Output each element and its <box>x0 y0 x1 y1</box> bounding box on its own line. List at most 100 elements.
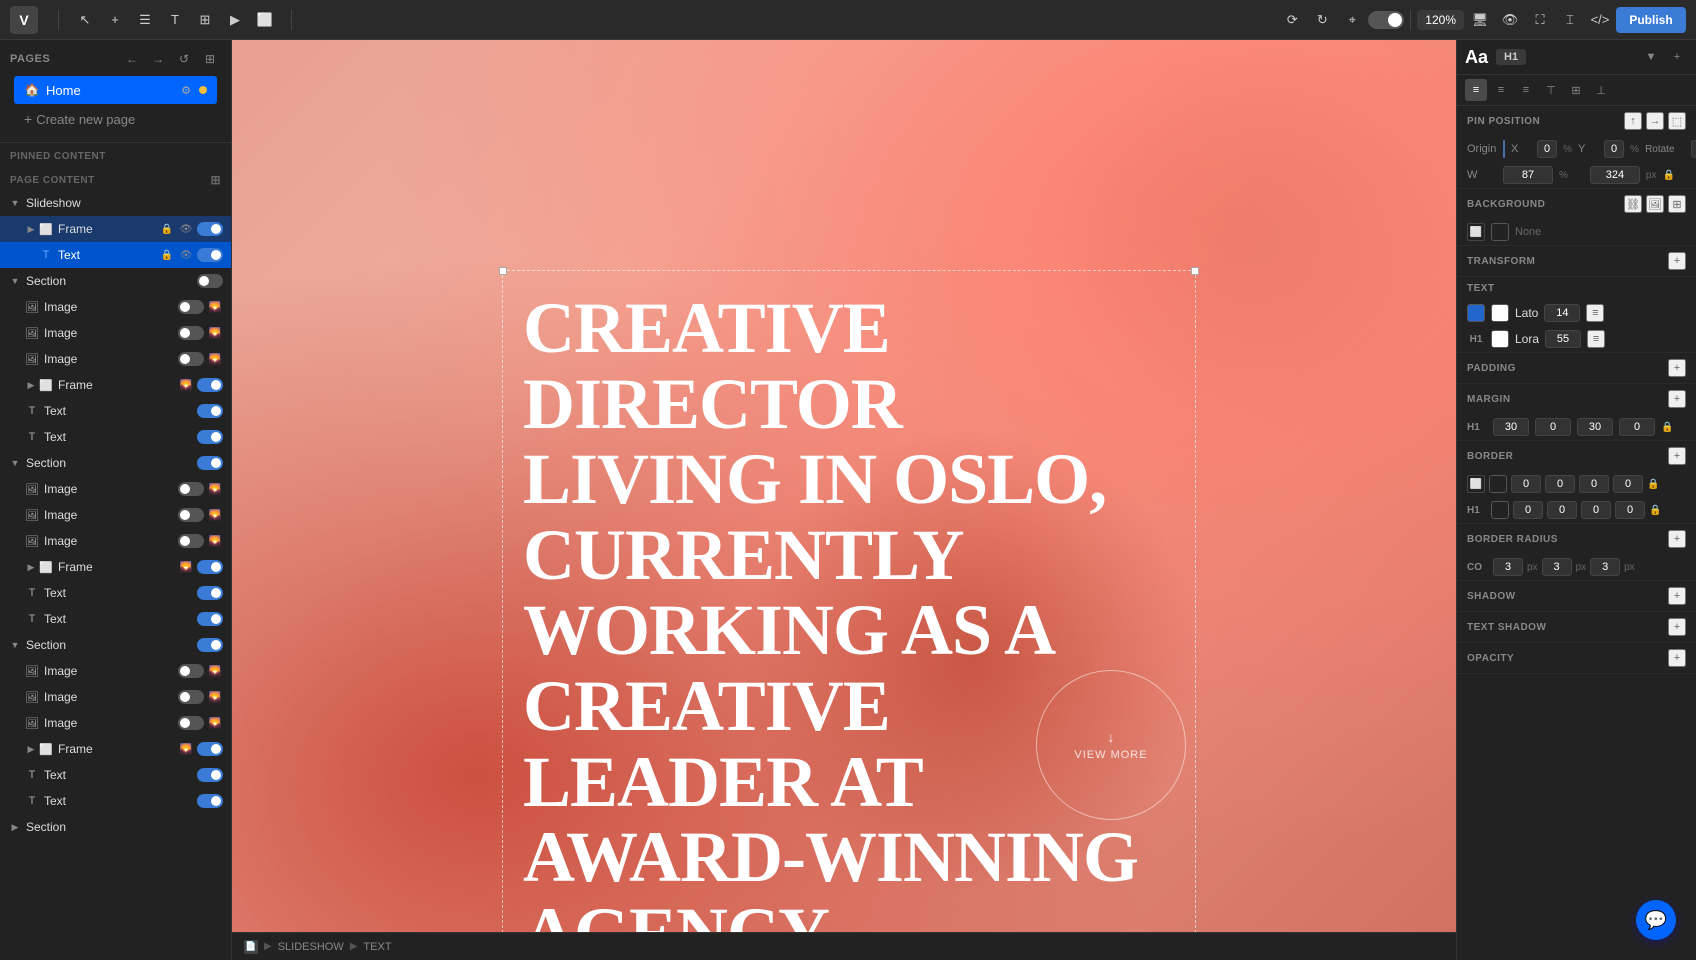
img6-toggle[interactable] <box>178 534 204 548</box>
border-style-icon-1[interactable]: ⬜ <box>1467 475 1485 493</box>
tree-item-text-1[interactable]: T Text 🔒 👁 <box>0 242 231 268</box>
rp-h1-badge[interactable]: H1 <box>1496 49 1526 65</box>
text5-toggle[interactable] <box>197 612 223 626</box>
page-item-home[interactable]: 🏠 Home ⚙ <box>14 76 217 104</box>
br-val-2[interactable]: 3 <box>1542 558 1572 576</box>
select-tool[interactable]: ↖ <box>71 6 99 34</box>
border-lock-icon-2[interactable]: 🔒 <box>1649 505 1661 516</box>
img3-toggle[interactable] <box>178 352 204 366</box>
breadcrumb-text[interactable]: TEXT <box>363 941 391 953</box>
section-header-1[interactable]: ▼ Section <box>0 268 231 294</box>
font1-align-btn[interactable]: ≡ <box>1586 304 1604 322</box>
text2-toggle[interactable] <box>197 404 223 418</box>
margin-add-btn[interactable]: + <box>1668 390 1686 408</box>
layout-tool[interactable]: ⬜ <box>251 6 279 34</box>
font2-size[interactable]: 55 <box>1545 330 1581 348</box>
add-tool[interactable]: + <box>101 6 129 34</box>
section-header-2[interactable]: ▼ Section <box>0 450 231 476</box>
bg-more-btn[interactable]: ⊞ <box>1668 195 1686 213</box>
pin-right-btn[interactable]: → <box>1646 112 1664 130</box>
frame4-photo-icon[interactable]: 🌄 <box>178 741 194 757</box>
rp-dropdown-btn[interactable]: ▼ <box>1640 46 1662 68</box>
rp-padding-header[interactable]: PADDING + <box>1457 353 1696 383</box>
border-val-2c[interactable]: 0 <box>1581 501 1611 519</box>
margin-lock-icon[interactable]: 🔒 <box>1661 422 1673 433</box>
font-color-swatch-1[interactable] <box>1491 304 1509 322</box>
page-settings-btn[interactable]: ⚙ <box>177 81 195 99</box>
section-header-3[interactable]: ▼ Section <box>0 632 231 658</box>
border-color-swatch-1[interactable] <box>1489 475 1507 493</box>
eye-icon-2[interactable]: 👁 <box>178 247 194 263</box>
cursor-text-btn[interactable]: ⌶ <box>1556 6 1584 34</box>
img3-photo-icon[interactable]: 🌄 <box>207 351 223 367</box>
margin-top-input[interactable]: 30 <box>1493 418 1529 436</box>
pages-forward-btn[interactable]: → <box>147 48 169 70</box>
resize-handle-tr[interactable] <box>1191 267 1199 275</box>
rp-transform-header[interactable]: TRANSFORM + <box>1457 246 1696 276</box>
tree-item-frame-4[interactable]: ▶ ⬜ Frame 🌄 <box>0 736 231 762</box>
section3-toggle[interactable] <box>197 638 223 652</box>
img7-photo-icon[interactable]: 🌄 <box>207 663 223 679</box>
tree-item-frame-2[interactable]: ▶ ⬜ Frame 🌄 <box>0 372 231 398</box>
text-tool[interactable]: T <box>161 6 189 34</box>
chat-bubble-btn[interactable]: 💬 <box>1636 900 1676 940</box>
img8-photo-icon[interactable]: 🌄 <box>207 689 223 705</box>
rp-text-shadow-header[interactable]: TEXT SHADOW + <box>1457 612 1696 642</box>
img5-toggle[interactable] <box>178 508 204 522</box>
img5-photo-icon[interactable]: 🌄 <box>207 507 223 523</box>
frame3-photo-icon[interactable]: 🌄 <box>178 559 194 575</box>
img4-toggle[interactable] <box>178 482 204 496</box>
tree-item-img-6[interactable]: 🖼 Image 🌄 <box>0 528 231 554</box>
bg-image-btn[interactable]: 🖼 <box>1646 195 1664 213</box>
pin-up-btn[interactable]: ↑ <box>1624 112 1642 130</box>
rp-opacity-header[interactable]: OPACITY + <box>1457 643 1696 673</box>
br-val-1[interactable]: 3 <box>1493 558 1523 576</box>
pages-back-btn[interactable]: ← <box>121 48 143 70</box>
device-btn[interactable]: 🖥 <box>1466 6 1494 34</box>
opacity-add-btn[interactable]: + <box>1668 649 1686 667</box>
text4-toggle[interactable] <box>197 586 223 600</box>
frame2-photo-icon[interactable]: 🌄 <box>178 377 194 393</box>
cursor-btn[interactable]: ⌖ <box>1338 6 1366 34</box>
video-tool[interactable]: ▶ <box>221 6 249 34</box>
bg-color-swatch[interactable] <box>1491 223 1509 241</box>
breadcrumb-slideshow[interactable]: SLIDESHOW <box>278 941 344 953</box>
pages-grid-btn[interactable]: ⊞ <box>199 48 221 70</box>
eye-icon[interactable]: 👁 <box>178 221 194 237</box>
pages-refresh-btn[interactable]: ↺ <box>173 48 195 70</box>
y-input[interactable]: 0 <box>1604 140 1624 158</box>
size-lock-icon[interactable]: 🔒 <box>1662 170 1674 181</box>
text-selection-box[interactable]: CREATIVE DIRECTOR LIVING IN OSLO, CURREN… <box>502 270 1196 960</box>
h1-color-swatch-1[interactable] <box>1467 304 1485 322</box>
fullscreen-btn[interactable]: ⛶ <box>1526 6 1554 34</box>
redo-btn[interactable]: ↻ <box>1308 6 1336 34</box>
border-radius-add-btn[interactable]: + <box>1668 530 1686 548</box>
align-middle-btn[interactable]: ⊞ <box>1565 79 1587 101</box>
lock-icon-2[interactable]: 🔒 <box>159 247 175 263</box>
section2-toggle[interactable] <box>197 456 223 470</box>
img-photo-icon[interactable]: 🌄 <box>207 299 223 315</box>
img9-toggle[interactable] <box>178 716 204 730</box>
w-input[interactable]: 87 <box>1503 166 1553 184</box>
tree-item-frame-1[interactable]: ▶ ⬜ Frame 🔒 👁 <box>0 216 231 242</box>
zoom-display[interactable]: 120% <box>1417 10 1464 30</box>
border-val-2a[interactable]: 0 <box>1513 501 1543 519</box>
x-input[interactable]: 0 <box>1537 140 1557 158</box>
rp-add-btn[interactable]: + <box>1666 46 1688 68</box>
text-shadow-add-btn[interactable]: + <box>1668 618 1686 636</box>
rp-pin-position-header[interactable]: PIN POSITION ↑ → ⬚ <box>1457 106 1696 136</box>
border-val-2d[interactable]: 0 <box>1615 501 1645 519</box>
img-toggle[interactable] <box>178 300 204 314</box>
tree-item-img-5[interactable]: 🖼 Image 🌄 <box>0 502 231 528</box>
border-val-2b[interactable]: 0 <box>1547 501 1577 519</box>
border-add-btn[interactable]: + <box>1668 447 1686 465</box>
margin-right-input[interactable]: 0 <box>1535 418 1571 436</box>
text3-toggle[interactable] <box>197 430 223 444</box>
code-btn[interactable]: </> <box>1586 6 1614 34</box>
margin-left-input[interactable]: 0 <box>1619 418 1655 436</box>
lock-icon[interactable]: 🔒 <box>159 221 175 237</box>
tree-item-img-3[interactable]: 🖼 Image 🌄 <box>0 346 231 372</box>
origin-box[interactable] <box>1503 140 1505 158</box>
img2-photo-icon[interactable]: 🌄 <box>207 325 223 341</box>
view-more-button[interactable]: ↓ VIEW MORE <box>1036 670 1186 820</box>
